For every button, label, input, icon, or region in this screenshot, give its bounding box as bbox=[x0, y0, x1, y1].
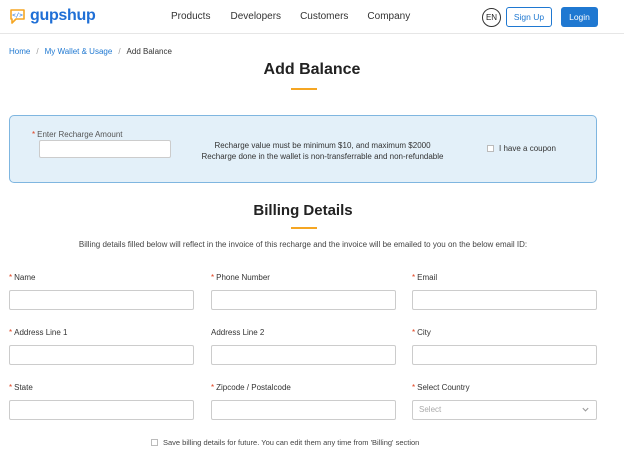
name-label-text: Name bbox=[14, 273, 36, 282]
city-label: * City bbox=[412, 328, 597, 338]
zipcode-field: * Zipcode / Postalcode bbox=[211, 383, 396, 420]
recharge-amount-label-text: Enter Recharge Amount bbox=[37, 130, 123, 139]
breadcrumb-current: Add Balance bbox=[126, 47, 172, 56]
signup-button[interactable]: Sign Up bbox=[506, 7, 552, 27]
email-field: * Email bbox=[412, 273, 597, 310]
required-mark: * bbox=[412, 273, 416, 282]
page-title: Add Balance bbox=[263, 61, 361, 78]
nav-products[interactable]: Products bbox=[171, 11, 210, 22]
address1-label-text: Address Line 1 bbox=[14, 328, 68, 337]
name-label: * Name bbox=[9, 273, 194, 283]
breadcrumb-wallet[interactable]: My Wallet & Usage bbox=[45, 47, 113, 56]
nav-customers[interactable]: Customers bbox=[300, 11, 348, 22]
address2-input[interactable] bbox=[211, 345, 396, 365]
phone-field: * Phone Number bbox=[211, 273, 396, 310]
name-field: * Name bbox=[9, 273, 194, 310]
recharge-note: Recharge value must be minimum $10, and … bbox=[190, 140, 455, 162]
state-label-text: State bbox=[14, 383, 33, 392]
chevron-down-icon bbox=[582, 407, 589, 412]
nav-company[interactable]: Company bbox=[367, 11, 410, 22]
save-billing-checkbox[interactable] bbox=[151, 439, 158, 446]
required-mark: * bbox=[211, 383, 215, 392]
email-input[interactable] bbox=[412, 290, 597, 310]
main-nav: Products Developers Customers Company bbox=[171, 11, 429, 22]
state-input[interactable] bbox=[9, 400, 194, 420]
country-field: * Select Country Select bbox=[412, 383, 597, 420]
gupshup-logo[interactable]: </> gupshup bbox=[9, 7, 96, 25]
address2-label-text: Address Line 2 bbox=[211, 328, 265, 337]
email-label: * Email bbox=[412, 273, 597, 283]
save-billing-label: Save billing details for future. You can… bbox=[163, 438, 420, 447]
city-label-text: City bbox=[417, 328, 431, 337]
phone-label: * Phone Number bbox=[211, 273, 396, 283]
coupon-toggle[interactable]: I have a coupon bbox=[487, 144, 556, 153]
phone-input[interactable] bbox=[211, 290, 396, 310]
address2-field: Address Line 2 bbox=[211, 328, 396, 365]
chat-bubble-icon: </> bbox=[10, 8, 25, 24]
recharge-note-line2: Recharge done in the wallet is non-trans… bbox=[201, 152, 444, 161]
coupon-checkbox[interactable] bbox=[487, 145, 494, 152]
name-input[interactable] bbox=[9, 290, 194, 310]
recharge-note-line1: Recharge value must be minimum $10, and … bbox=[214, 141, 431, 150]
login-button[interactable]: Login bbox=[561, 7, 598, 27]
country-label: * Select Country bbox=[412, 383, 597, 393]
breadcrumb-home[interactable]: Home bbox=[9, 47, 30, 56]
address1-label: * Address Line 1 bbox=[9, 328, 194, 338]
required-mark: * bbox=[211, 273, 215, 282]
language-selector[interactable]: EN bbox=[482, 8, 501, 27]
billing-title: Billing Details bbox=[253, 202, 353, 219]
zipcode-input[interactable] bbox=[211, 400, 396, 420]
breadcrumb-separator: / bbox=[118, 47, 121, 56]
country-label-text: Select Country bbox=[417, 383, 470, 392]
zipcode-label: * Zipcode / Postalcode bbox=[211, 383, 396, 393]
billing-description: Billing details filled below will reflec… bbox=[78, 240, 528, 249]
address2-label: Address Line 2 bbox=[211, 328, 396, 338]
top-header: </> gupshup Products Developers Customer… bbox=[0, 0, 624, 34]
address1-input[interactable] bbox=[9, 345, 194, 365]
breadcrumb: Home / My Wallet & Usage / Add Balance bbox=[9, 47, 172, 56]
title-underline bbox=[291, 88, 317, 90]
country-select-placeholder: Select bbox=[419, 405, 442, 414]
phone-label-text: Phone Number bbox=[216, 273, 270, 282]
city-input[interactable] bbox=[412, 345, 597, 365]
required-mark: * bbox=[412, 383, 416, 392]
recharge-panel: * Enter Recharge Amount Recharge value mu… bbox=[9, 115, 597, 183]
required-mark: * bbox=[9, 383, 13, 392]
required-mark: * bbox=[412, 328, 416, 337]
address1-field: * Address Line 1 bbox=[9, 328, 194, 365]
save-billing-toggle[interactable]: Save billing details for future. You can… bbox=[151, 438, 419, 447]
email-label-text: Email bbox=[417, 273, 438, 282]
logo-text: gupshup bbox=[30, 7, 96, 24]
recharge-amount-input[interactable] bbox=[39, 140, 171, 158]
city-field: * City bbox=[412, 328, 597, 365]
required-mark: * bbox=[9, 328, 13, 337]
required-mark: * bbox=[9, 273, 13, 282]
coupon-label: I have a coupon bbox=[499, 144, 556, 153]
zipcode-label-text: Zipcode / Postalcode bbox=[216, 383, 291, 392]
nav-developers[interactable]: Developers bbox=[230, 11, 281, 22]
state-field: * State bbox=[9, 383, 194, 420]
svg-text:</>: </> bbox=[12, 12, 23, 19]
recharge-amount-label: * Enter Recharge Amount bbox=[32, 130, 123, 139]
breadcrumb-separator: / bbox=[36, 47, 39, 56]
state-label: * State bbox=[9, 383, 194, 393]
billing-title-underline bbox=[291, 227, 317, 229]
country-select[interactable]: Select bbox=[412, 400, 597, 420]
required-mark: * bbox=[32, 130, 36, 139]
